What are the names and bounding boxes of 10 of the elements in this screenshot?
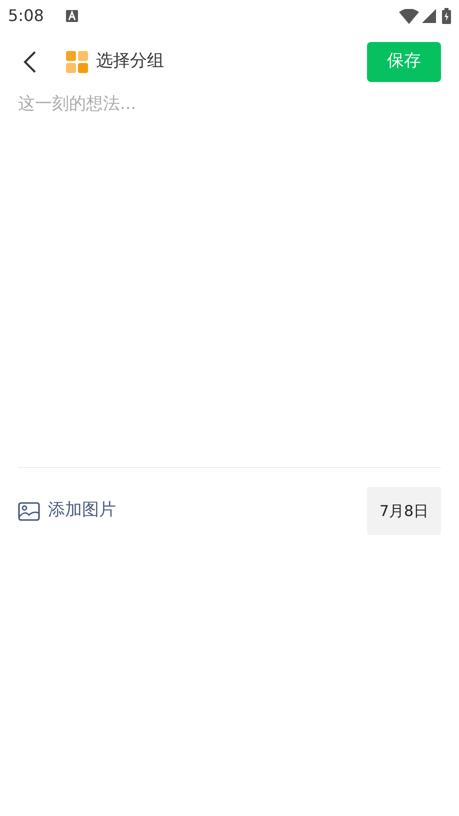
status-time: 5:08	[8, 5, 44, 27]
date-button[interactable]: 7月8日	[367, 487, 441, 535]
group-selector[interactable]: 选择分组	[66, 49, 164, 75]
wifi-icon	[399, 8, 419, 24]
grid-icon	[66, 51, 88, 73]
battery-icon	[442, 8, 451, 24]
add-image-button[interactable]: 添加图片	[18, 498, 116, 524]
notification-icon	[66, 10, 78, 22]
image-icon	[18, 502, 40, 520]
signal-icon	[422, 9, 436, 23]
